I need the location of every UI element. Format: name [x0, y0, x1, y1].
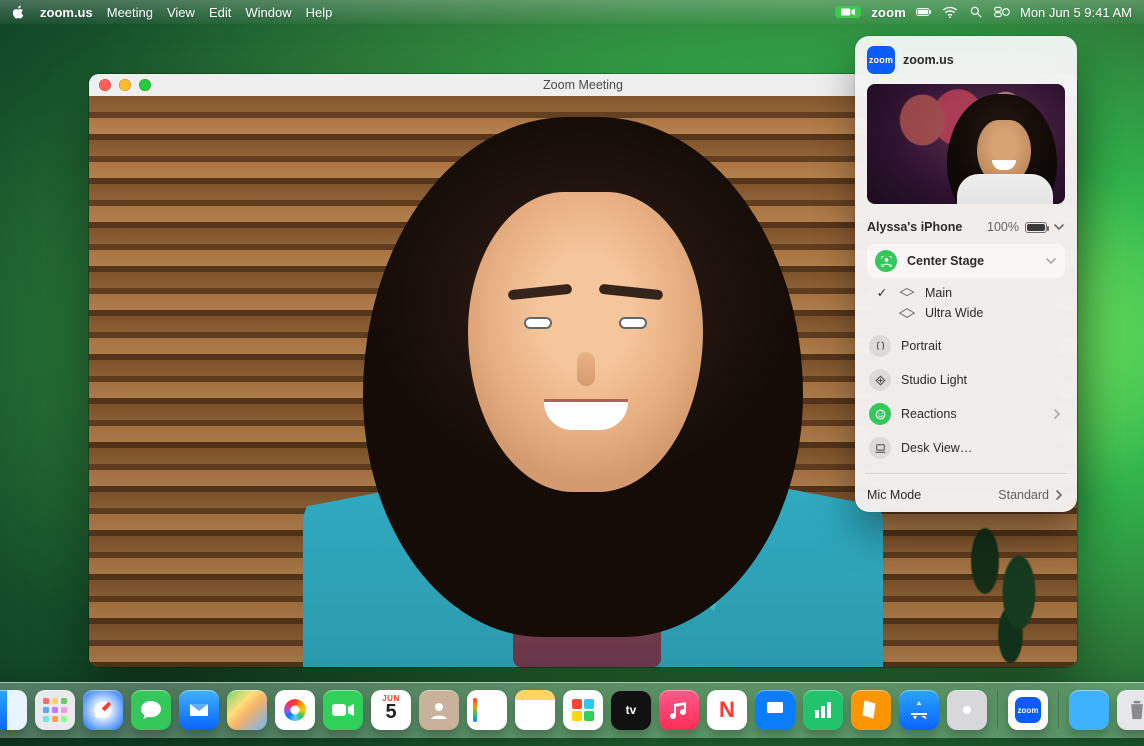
lens-icon [899, 306, 915, 320]
device-name: Alyssa's iPhone [867, 220, 962, 234]
reactions-button[interactable]: Reactions [861, 397, 1071, 431]
menu-window[interactable]: Window [245, 5, 291, 20]
menu-edit[interactable]: Edit [209, 5, 231, 20]
desk-view-label: Desk View… [901, 441, 1063, 455]
wifi-icon[interactable] [942, 5, 958, 19]
mic-mode-value: Standard [998, 488, 1049, 502]
dock-reminders[interactable] [467, 690, 507, 730]
studio-light-icon [869, 369, 891, 391]
dock-maps[interactable] [227, 690, 267, 730]
popover-header: zoom zoom.us [855, 36, 1077, 84]
popover-app-name: zoom.us [903, 53, 954, 67]
desk-view-button[interactable]: Desk View… [861, 431, 1071, 465]
portrait-icon [869, 335, 891, 357]
battery-icon [1025, 222, 1047, 233]
participant-self [243, 97, 923, 667]
dock-zoom[interactable]: zoom [1008, 690, 1048, 730]
camera-in-use-indicator[interactable] [835, 6, 861, 18]
dock-safari[interactable] [83, 690, 123, 730]
window-title: Zoom Meeting [543, 78, 623, 92]
desk-view-icon [869, 437, 891, 459]
portrait-toggle[interactable]: Portrait [861, 329, 1071, 363]
apple-menu[interactable] [12, 5, 26, 19]
dock-notes[interactable] [515, 690, 555, 730]
mic-mode-label: Mic Mode [867, 488, 921, 502]
lens-option-ultra-wide[interactable]: Ultra Wide [861, 303, 1071, 323]
dock-contacts[interactable] [419, 690, 459, 730]
dock-trash[interactable] [1117, 690, 1144, 730]
menubar-clock[interactable]: Mon Jun 5 9:41 AM [1020, 5, 1132, 20]
dock-finder[interactable] [0, 690, 27, 730]
menu-view[interactable]: View [167, 5, 195, 20]
divider [865, 473, 1067, 474]
checkmark-icon: ✓ [875, 285, 889, 300]
dock: JUN 5 tv N zoom [0, 682, 1144, 738]
chevron-right-icon [1051, 408, 1063, 420]
dock-messages[interactable] [131, 690, 171, 730]
studio-light-toggle[interactable]: Studio Light [861, 363, 1071, 397]
dock-downloads[interactable] [1069, 690, 1109, 730]
studio-light-label: Studio Light [901, 373, 1063, 387]
tv-glyph: tv [626, 703, 637, 717]
news-glyph: N [719, 697, 735, 723]
camera-preview-thumbnail [867, 84, 1065, 204]
chevron-right-icon [1053, 489, 1065, 501]
lens-ultrawide-label: Ultra Wide [925, 306, 983, 320]
dock-music[interactable] [659, 690, 699, 730]
dock-pages[interactable] [851, 690, 891, 730]
zoom-app-icon: zoom [867, 46, 895, 74]
camera-in-use-app[interactable]: zoom [871, 5, 906, 20]
center-stage-icon [875, 250, 897, 272]
dock-calendar[interactable]: JUN 5 [371, 690, 411, 730]
dock-photos[interactable] [275, 690, 315, 730]
dock-appstore[interactable] [899, 690, 939, 730]
center-stage-label: Center Stage [907, 254, 1035, 268]
chevron-down-icon [1045, 255, 1057, 267]
calendar-day: 5 [371, 703, 411, 721]
dock-system-settings[interactable] [947, 690, 987, 730]
menubar-app-name[interactable]: zoom.us [40, 5, 93, 20]
dock-freeform[interactable] [563, 690, 603, 730]
continuity-camera-popover: zoom zoom.us Alyssa's iPhone 100% Center… [855, 36, 1077, 512]
battery-icon[interactable] [916, 5, 932, 19]
dock-separator [997, 691, 998, 729]
center-stage-toggle[interactable]: Center Stage [867, 244, 1065, 278]
dock-mail[interactable] [179, 690, 219, 730]
reactions-icon [869, 403, 891, 425]
lens-main-label: Main [925, 286, 952, 300]
device-battery-percent: 100% [987, 220, 1019, 234]
chevron-down-icon [1053, 221, 1065, 233]
dock-news[interactable]: N [707, 690, 747, 730]
lens-icon [899, 286, 915, 300]
window-zoom-button[interactable] [139, 79, 151, 91]
dock-facetime[interactable] [323, 690, 363, 730]
menu-help[interactable]: Help [306, 5, 333, 20]
window-traffic-lights [99, 79, 151, 91]
menubar: zoom.us Meeting View Edit Window Help zo… [0, 0, 1144, 24]
lens-option-main[interactable]: ✓ Main [861, 282, 1071, 303]
reactions-label: Reactions [901, 407, 1041, 421]
dock-launchpad[interactable] [35, 690, 75, 730]
window-close-button[interactable] [99, 79, 111, 91]
window-minimize-button[interactable] [119, 79, 131, 91]
dock-separator [1058, 691, 1059, 729]
mic-mode-button[interactable]: Mic Mode Standard [855, 478, 1077, 512]
dock-keynote[interactable] [755, 690, 795, 730]
control-center-icon[interactable] [994, 5, 1010, 19]
spotlight-icon[interactable] [968, 5, 984, 19]
menu-meeting[interactable]: Meeting [107, 5, 153, 20]
portrait-label: Portrait [901, 339, 1063, 353]
dock-numbers[interactable] [803, 690, 843, 730]
device-row[interactable]: Alyssa's iPhone 100% [855, 212, 1077, 242]
dock-tv[interactable]: tv [611, 690, 651, 730]
